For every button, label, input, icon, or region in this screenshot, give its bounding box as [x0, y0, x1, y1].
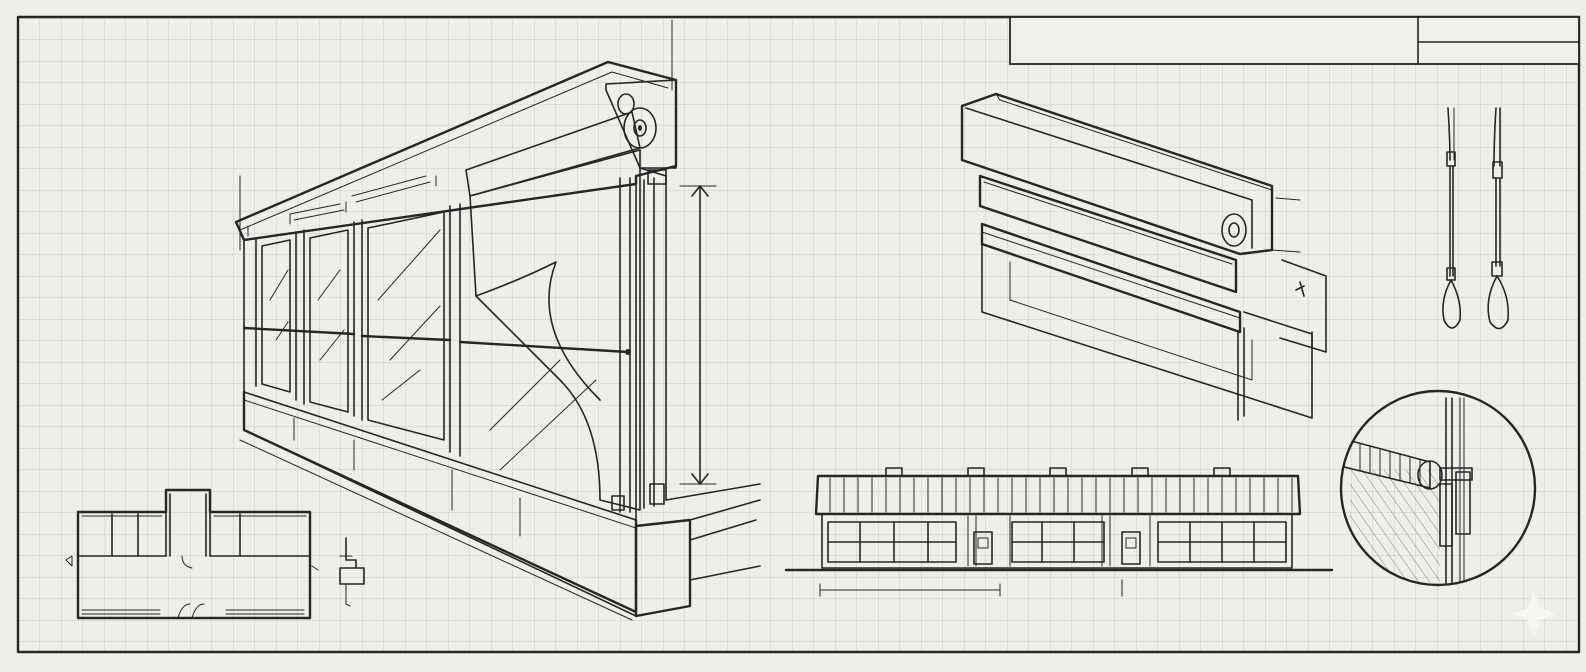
- title-block: [1009, 16, 1580, 65]
- grid: [18, 18, 1578, 652]
- drawing-sheet: [0, 0, 1586, 672]
- drawing-canvas: [0, 0, 1586, 672]
